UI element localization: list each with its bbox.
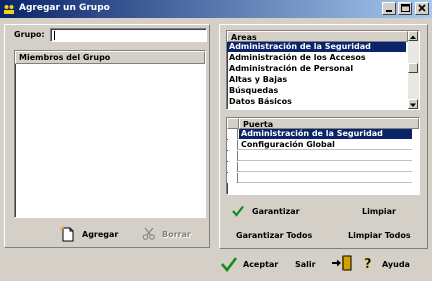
window-title: Agregar un Grupo (19, 3, 110, 13)
puerta-grid-row[interactable]: Administración de la Seguridad (227, 129, 412, 139)
add-button[interactable]: Agregar (82, 229, 118, 241)
close-icon (418, 4, 426, 12)
arrow-down-icon (410, 103, 416, 107)
minimize-button[interactable] (382, 2, 396, 15)
help-icon: ? (364, 257, 372, 270)
areas-list-item[interactable]: Altas y Bajas (227, 75, 406, 85)
arrow-up-icon (410, 35, 416, 39)
puerta-rows: Administración de la Seguridad Configurac… (227, 129, 419, 189)
puerta-column-header[interactable]: Puerta (239, 118, 419, 129)
exit-door-icon (332, 255, 352, 271)
areas-list-item[interactable]: Administración de los Accesos (227, 53, 406, 63)
areas-column-header[interactable]: Areas (227, 31, 408, 42)
text-cursor (54, 31, 55, 40)
areas-rows: Administración de la Seguridad Administra… (227, 42, 408, 109)
scroll-down-button[interactable] (408, 99, 418, 109)
clear-button[interactable]: Limpiar (362, 206, 396, 218)
maximize-icon (401, 4, 410, 12)
grant-button[interactable]: Garantizar (252, 206, 300, 218)
group-members-list[interactable]: Miembros del Grupo (14, 50, 206, 218)
scroll-thumb[interactable] (408, 63, 418, 73)
members-column-header[interactable]: Miembros del Grupo (15, 51, 205, 64)
areas-scrollbar[interactable] (408, 31, 419, 109)
puerta-grid-row[interactable] (227, 151, 412, 161)
row-indicator[interactable] (227, 173, 238, 183)
puerta-cell[interactable] (239, 151, 412, 161)
check-icon (232, 205, 244, 217)
puerta-grid-row[interactable] (227, 173, 412, 183)
delete-button[interactable]: Borrar (162, 229, 191, 241)
left-panel: Grupo: Miembros del Grupo Agregar Borrar (4, 24, 210, 248)
puerta-grid[interactable]: Puerta Administración de la Seguridad Con… (226, 117, 420, 195)
puerta-cell[interactable] (239, 162, 412, 172)
areas-list-item[interactable]: Administración de Personal (227, 64, 406, 74)
group-name-input[interactable] (50, 28, 207, 42)
group-app-icon (4, 5, 14, 14)
areas-list-item[interactable]: Datos Básicos (227, 97, 406, 107)
accept-check-icon (221, 257, 237, 272)
row-indicator[interactable] (227, 140, 238, 150)
areas-list-item[interactable]: Búsquedas (227, 86, 406, 96)
title-bar[interactable]: Agregar un Grupo (0, 0, 432, 18)
grid-corner (227, 118, 239, 129)
row-indicator[interactable] (227, 162, 238, 172)
puerta-cell[interactable] (239, 173, 412, 183)
areas-list[interactable]: Areas Administración de la Seguridad Admi… (226, 30, 420, 110)
close-button[interactable] (415, 2, 429, 15)
clear-all-button[interactable]: Limpiar Todos (348, 230, 411, 242)
right-panel: Areas Administración de la Seguridad Admi… (219, 24, 428, 249)
minimize-icon (386, 10, 392, 12)
scroll-up-button[interactable] (408, 31, 418, 41)
puerta-cell[interactable]: Administración de la Seguridad (239, 129, 412, 139)
puerta-cell[interactable]: Configuración Global (239, 140, 412, 150)
maximize-button[interactable] (398, 2, 412, 15)
scissors-icon (142, 227, 155, 240)
exit-button[interactable]: Salir (295, 259, 316, 271)
puerta-grid-row[interactable]: Configuración Global (227, 140, 412, 150)
group-label: Grupo: (14, 30, 45, 39)
add-document-icon (60, 226, 74, 242)
row-indicator[interactable] (227, 129, 238, 139)
areas-list-item[interactable]: Administración de la Seguridad (227, 42, 406, 52)
help-button[interactable]: Ayuda (382, 259, 410, 271)
puerta-grid-row[interactable] (227, 162, 412, 172)
grant-all-button[interactable]: Garantizar Todos (236, 230, 312, 242)
svg-text:?: ? (364, 257, 372, 270)
accept-button[interactable]: Aceptar (243, 259, 278, 271)
row-indicator[interactable] (227, 151, 238, 161)
